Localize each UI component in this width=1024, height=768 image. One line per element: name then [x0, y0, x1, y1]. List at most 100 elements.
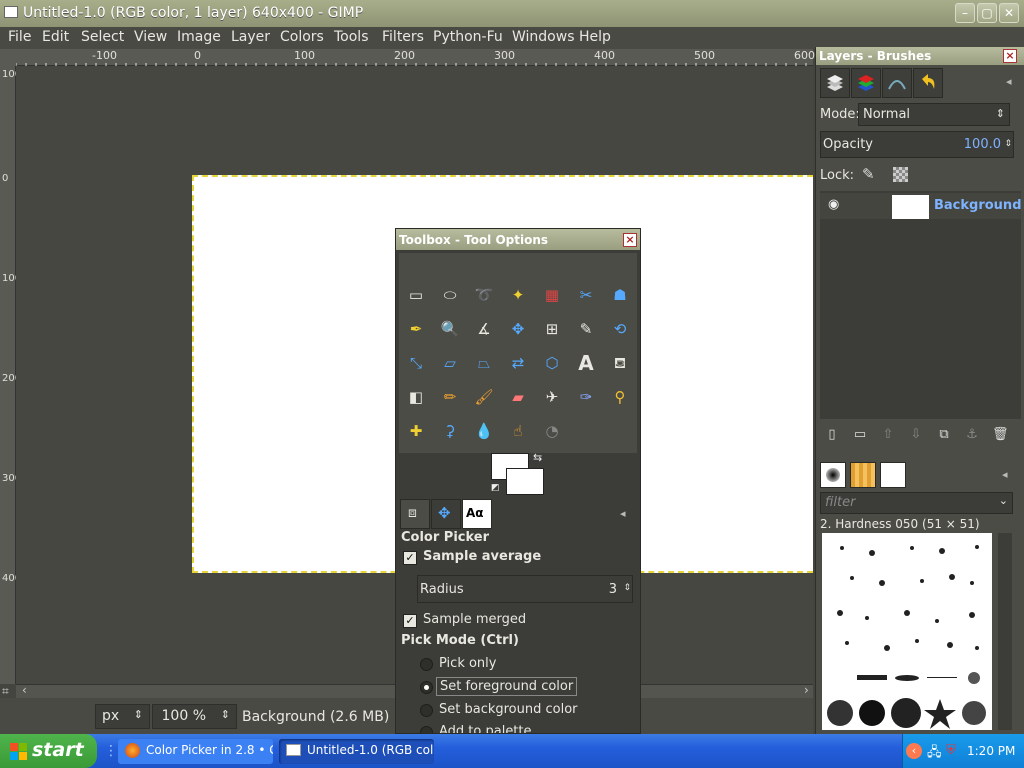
- clone-tool-icon[interactable]: ⚲: [606, 383, 634, 411]
- lower-layer-icon[interactable]: ⇩: [908, 427, 924, 443]
- opacity-slider[interactable]: Opacity 100.0 ⇕: [820, 131, 1014, 158]
- brush-grid[interactable]: [822, 533, 992, 730]
- maximize-button[interactable]: ▢: [977, 3, 997, 23]
- brushes-tab-icon[interactable]: [820, 462, 846, 488]
- menu-python-fu[interactable]: Python-Fu: [433, 29, 503, 45]
- menu-windows[interactable]: Windows: [512, 29, 575, 45]
- new-layer-icon[interactable]: ▯: [824, 427, 840, 443]
- taskbar-item-gimp[interactable]: Untitled-1.0 (RGB col...: [279, 739, 434, 764]
- background-color-swatch[interactable]: [506, 468, 544, 495]
- menu-file[interactable]: File: [8, 29, 31, 45]
- anchor-layer-icon[interactable]: ⚓: [964, 427, 980, 443]
- zoom-tool-icon[interactable]: 🔍: [436, 315, 464, 343]
- cage-transform-tool-icon[interactable]: ⬡: [538, 349, 566, 377]
- menu-layer[interactable]: Layer: [231, 29, 270, 45]
- unit-selector[interactable]: px ⇕: [95, 704, 150, 729]
- brush-filter-input[interactable]: filter ⌄: [820, 492, 1013, 514]
- add-to-palette-radio[interactable]: [420, 726, 433, 733]
- crop-tool-icon[interactable]: ✎: [572, 315, 600, 343]
- blur-sharpen-tool-icon[interactable]: 💧: [470, 417, 498, 445]
- menu-filters[interactable]: Filters: [382, 29, 424, 45]
- menu-colors[interactable]: Colors: [280, 29, 324, 45]
- eraser-tool-icon[interactable]: ▰: [504, 383, 532, 411]
- horizontal-ruler[interactable]: -100 0 100 200 300 400 500 600: [16, 49, 815, 66]
- scroll-left-icon[interactable]: ‹: [22, 683, 27, 697]
- security-shield-icon[interactable]: ⛨: [946, 743, 956, 758]
- menu-select[interactable]: Select: [81, 29, 124, 45]
- align-tool-icon[interactable]: ⊞: [538, 315, 566, 343]
- patterns-tab-icon[interactable]: [850, 462, 876, 488]
- ruler-corner[interactable]: [0, 49, 16, 66]
- fuzzy-select-tool-icon[interactable]: ✦: [504, 281, 532, 309]
- ink-tool-icon[interactable]: ✑: [572, 383, 600, 411]
- pencil-tool-icon[interactable]: ✏: [436, 383, 464, 411]
- layer-row[interactable]: ◉ Background: [820, 193, 1022, 219]
- fonts-tab-icon[interactable]: Aα: [462, 499, 492, 529]
- network-icon[interactable]: 🖧: [927, 743, 942, 765]
- dock-menu-icon[interactable]: ◂: [620, 507, 626, 520]
- close-dock-button[interactable]: ×: [1003, 49, 1017, 63]
- device-status-tab-icon[interactable]: ✥: [431, 499, 461, 529]
- menu-tools[interactable]: Tools: [334, 29, 369, 45]
- tool-options-tab-icon[interactable]: ⧈: [400, 499, 430, 529]
- measure-tool-icon[interactable]: ∡: [470, 315, 498, 343]
- mode-select[interactable]: Normal ⇕: [858, 103, 1010, 126]
- channels-tab-icon[interactable]: [851, 68, 881, 98]
- vertical-ruler[interactable]: 100 0 100 200 300 400: [0, 66, 21, 684]
- brush-scrollbar[interactable]: [998, 533, 1012, 730]
- visibility-eye-icon[interactable]: ◉: [828, 197, 839, 212]
- dock-menu-icon[interactable]: ◂: [1006, 75, 1012, 88]
- gradients-tab-icon[interactable]: [880, 462, 906, 488]
- paintbrush-tool-icon[interactable]: 🖌: [470, 383, 498, 411]
- blend-tool-icon[interactable]: ◧: [402, 383, 430, 411]
- close-toolbox-button[interactable]: ×: [623, 233, 637, 247]
- new-layer-group-icon[interactable]: ▭: [852, 427, 868, 443]
- layers-tab-icon[interactable]: [820, 68, 850, 98]
- menu-help[interactable]: Help: [579, 29, 611, 45]
- move-tool-icon[interactable]: ✥: [504, 315, 532, 343]
- heal-tool-icon[interactable]: ✚: [402, 417, 430, 445]
- scale-tool-icon[interactable]: ⤡: [402, 349, 430, 377]
- sample-merged-checkbox[interactable]: ✓: [403, 614, 417, 628]
- undo-history-tab-icon[interactable]: [913, 68, 943, 98]
- lock-alpha-icon[interactable]: [893, 167, 908, 182]
- radius-field[interactable]: Radius 3 ⇕: [417, 575, 633, 603]
- menu-view[interactable]: View: [134, 29, 167, 45]
- taskbar-item-browser[interactable]: Color Picker in 2.8 • G...: [118, 739, 273, 764]
- shear-tool-icon[interactable]: ▱: [436, 349, 464, 377]
- airbrush-tool-icon[interactable]: ✈: [538, 383, 566, 411]
- ellipse-select-tool-icon[interactable]: ⬭: [436, 281, 464, 309]
- lock-pixels-icon[interactable]: ✎: [862, 165, 875, 183]
- show-hidden-icons-icon[interactable]: ‹: [906, 743, 922, 759]
- set-background-radio[interactable]: [420, 704, 433, 717]
- layer-name[interactable]: Background: [934, 198, 1022, 213]
- rotate-tool-icon[interactable]: ⟲: [606, 315, 634, 343]
- free-select-tool-icon[interactable]: ➰: [470, 281, 498, 309]
- dock-menu-icon[interactable]: ◂: [1002, 468, 1008, 481]
- menu-edit[interactable]: Edit: [42, 29, 69, 45]
- scroll-right-icon[interactable]: ›: [804, 683, 809, 697]
- pick-only-radio[interactable]: [420, 658, 433, 671]
- dodge-burn-tool-icon[interactable]: ◔: [538, 417, 566, 445]
- sample-average-checkbox[interactable]: ✓: [403, 551, 417, 565]
- set-foreground-radio[interactable]: [420, 681, 433, 694]
- start-button[interactable]: start: [0, 734, 97, 768]
- paths-tool-icon[interactable]: ✒: [402, 315, 430, 343]
- swap-colors-icon[interactable]: ⇆: [533, 451, 542, 464]
- navigate-icon[interactable]: ⌗: [2, 684, 9, 699]
- raise-layer-icon[interactable]: ⇧: [880, 427, 896, 443]
- smudge-tool-icon[interactable]: ☝: [504, 417, 532, 445]
- flip-tool-icon[interactable]: ⇄: [504, 349, 532, 377]
- menu-image[interactable]: Image: [177, 29, 221, 45]
- duplicate-layer-icon[interactable]: ⧉: [936, 427, 952, 443]
- scissors-select-tool-icon[interactable]: ✂: [572, 281, 600, 309]
- foreground-select-tool-icon[interactable]: ☗: [606, 281, 634, 309]
- bucket-fill-tool-icon[interactable]: ⛾: [606, 349, 634, 377]
- color-select-tool-icon[interactable]: ▦: [538, 281, 566, 309]
- paths-tab-icon[interactable]: [882, 68, 912, 98]
- minimize-button[interactable]: –: [955, 3, 975, 23]
- text-tool-icon[interactable]: A: [572, 349, 600, 377]
- rect-select-tool-icon[interactable]: ▭: [402, 281, 430, 309]
- close-window-button[interactable]: ✕: [999, 3, 1019, 23]
- zoom-selector[interactable]: 100 % ⇕: [152, 704, 237, 729]
